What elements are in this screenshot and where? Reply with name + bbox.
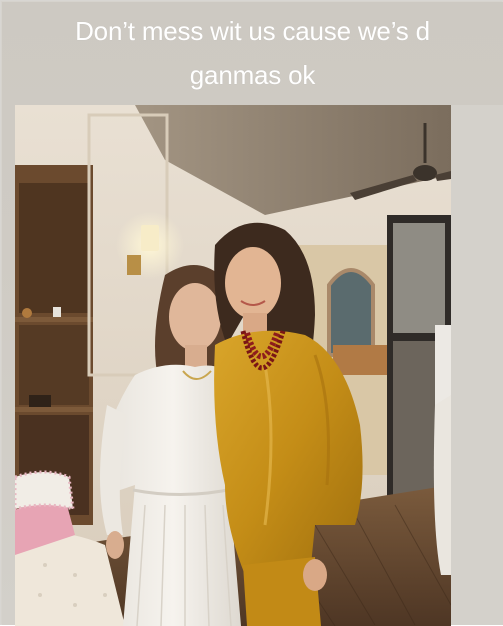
right-margin [451,105,503,625]
caption-line-2: ganmas ok [189,60,316,90]
story-caption: Don’t mess wit us cause we’s d ganmas ok [21,9,484,97]
caption-line-1: Don’t mess wit us cause we’s d [75,16,430,46]
wall-lamp [141,225,159,251]
story-frame: Don’t mess wit us cause we’s d ganmas ok [0,0,503,626]
story-photo[interactable] [15,105,451,626]
arched-window [327,268,375,357]
photo-illustration [15,105,451,626]
